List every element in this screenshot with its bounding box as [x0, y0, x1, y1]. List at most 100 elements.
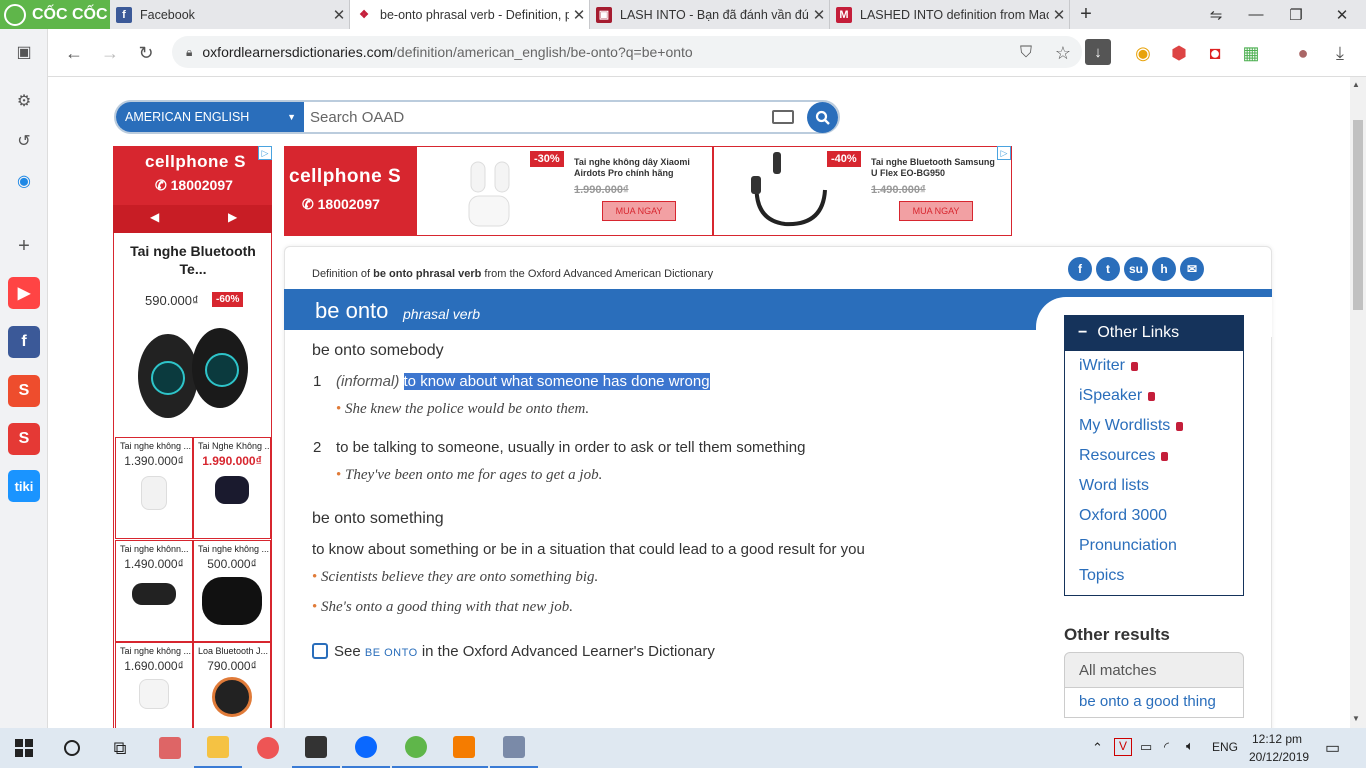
buy-now-button[interactable]: MUA NGAY: [899, 201, 973, 221]
result-link[interactable]: be onto a good thing: [1064, 688, 1244, 718]
earbuds-image[interactable]: [130, 318, 256, 430]
link-label: Oxford 3000: [1079, 507, 1168, 524]
definition: (informal) to know about what someone ha…: [336, 373, 710, 390]
sticky-notes-icon[interactable]: [292, 728, 340, 768]
restore-button[interactable]: ❐: [1276, 0, 1316, 29]
ad-choices-icon[interactable]: ▷: [258, 146, 272, 160]
downloads-icon[interactable]: ⤓: [1324, 37, 1356, 69]
youtube-icon[interactable]: ▶: [8, 277, 40, 309]
wifi-icon[interactable]: ◜: [1164, 739, 1169, 755]
scroll-down-icon[interactable]: ▼: [1352, 714, 1360, 723]
battery-icon[interactable]: ▭: [1140, 739, 1152, 755]
tab-list-icon[interactable]: ⇋: [1196, 0, 1236, 29]
minimize-button[interactable]: —: [1236, 0, 1276, 29]
email-share-icon[interactable]: ✉: [1180, 257, 1204, 281]
ad-grid-item[interactable]: Tai nghe không ... 500.000₫: [193, 540, 271, 642]
ad-next-icon[interactable]: ▶: [228, 210, 237, 224]
facebook-app-icon[interactable]: f: [8, 326, 40, 358]
link-oxford-3000[interactable]: Oxford 3000: [1079, 507, 1167, 525]
file-explorer-icon[interactable]: [194, 728, 242, 768]
hi5-share-icon[interactable]: h: [1152, 257, 1176, 281]
ad-item-price: 1.390.000₫: [124, 454, 184, 468]
see-also-link[interactable]: See BE ONTO in the Oxford Advanced Learn…: [312, 643, 715, 660]
facebook-icon: f: [116, 6, 132, 23]
adblock-icon[interactable]: ⬢: [1163, 37, 1195, 69]
ad-product-name: Tai nghe không dây Xiaomi Airdots Pro ch…: [574, 157, 690, 178]
new-tab-button[interactable]: +: [1066, 0, 1106, 29]
history-icon[interactable]: ↺: [8, 125, 40, 157]
link-my-wordlists[interactable]: My Wordlists: [1079, 417, 1184, 435]
tab-macmillan[interactable]: M LASHED INTO definition from Macmillan …: [830, 0, 1070, 29]
ad-grid-item[interactable]: Tai nghe không ... 1.390.000₫: [115, 437, 193, 539]
ad-prev-icon[interactable]: ◀: [150, 210, 159, 224]
scroll-up-icon[interactable]: ▲: [1352, 80, 1360, 89]
profile-avatar[interactable]: ●: [1287, 37, 1319, 69]
add-app-icon[interactable]: +: [8, 230, 40, 262]
clock-time[interactable]: 12:12 pm: [1252, 732, 1302, 746]
bookmark-star-icon[interactable]: ☆: [1047, 37, 1079, 69]
facebook-share-icon[interactable]: f: [1068, 257, 1092, 281]
tab-cambridge[interactable]: ▣ LASH INTO - Bạn đã đánh vần đúng ✕: [590, 0, 830, 29]
ad-grid-item[interactable]: Tai nghe khônn... 1.490.000₫: [115, 540, 193, 642]
coccoc-browser-icon[interactable]: [392, 728, 440, 768]
link-pronunciation[interactable]: Pronunciation: [1079, 537, 1177, 555]
link-label: Resources: [1079, 447, 1156, 464]
ad-item-name: Tai nghe khônn...: [120, 544, 189, 554]
link-topics[interactable]: Topics: [1079, 567, 1124, 585]
ad-choices-icon[interactable]: ▷: [997, 146, 1011, 160]
volume-icon[interactable]: 🔈︎: [1186, 738, 1194, 754]
vietkey-icon[interactable]: V: [1114, 738, 1132, 756]
ad-grid-item[interactable]: Tai Nghe Không ... 1.990.000₫: [193, 437, 271, 539]
link-word-lists[interactable]: Word lists: [1079, 477, 1149, 495]
scrollbar-thumb[interactable]: [1353, 120, 1363, 310]
dictionary-select[interactable]: AMERICAN ENGLISH ▼: [116, 102, 304, 132]
keyboard-icon[interactable]: [772, 110, 794, 124]
sendo-icon[interactable]: S: [8, 423, 40, 455]
shopee-icon[interactable]: S: [8, 375, 40, 407]
shield-icon[interactable]: ⛉: [1010, 37, 1042, 69]
link-ispeaker[interactable]: iSpeaker: [1079, 387, 1156, 405]
forward-arrow-icon[interactable]: →: [94, 37, 126, 69]
address-bar[interactable]: 🔒︎ oxfordlearnersdictionaries.com/defini…: [172, 36, 1082, 68]
sidebar-toggle-icon[interactable]: ▣: [8, 36, 40, 68]
browser-logo[interactable]: CỐC CỐC: [0, 0, 110, 29]
extension-grid-icon[interactable]: ▦: [1235, 37, 1267, 69]
tab-facebook[interactable]: f Facebook ✕: [110, 0, 350, 29]
messenger-icon[interactable]: ◉: [8, 165, 40, 197]
other-links-header[interactable]: − Other Links: [1064, 315, 1244, 351]
notification-center-icon[interactable]: ▭: [1325, 738, 1340, 758]
stumbleupon-share-icon[interactable]: su: [1124, 257, 1148, 281]
close-tab-icon[interactable]: ✕: [569, 6, 589, 24]
twitter-share-icon[interactable]: t: [1096, 257, 1120, 281]
close-tab-icon[interactable]: ✕: [809, 6, 829, 24]
tiki-icon[interactable]: tiki: [8, 470, 40, 502]
pdf-app-icon[interactable]: [440, 728, 488, 768]
back-arrow-icon[interactable]: ←: [58, 37, 90, 69]
task-view-icon[interactable]: ⧉: [96, 728, 144, 768]
windows-start-icon[interactable]: [0, 728, 48, 768]
input-language[interactable]: ENG: [1212, 740, 1238, 754]
app-icon[interactable]: [490, 728, 538, 768]
link-resources[interactable]: Resources: [1079, 447, 1169, 465]
settings-gear-icon[interactable]: ⚙: [8, 85, 40, 117]
buy-now-button[interactable]: MUA NGAY: [602, 201, 676, 221]
tab-oxford[interactable]: ❖ be-onto phrasal verb - Definition, pic…: [350, 0, 590, 29]
airpods-image: [139, 679, 169, 709]
show-hidden-icons[interactable]: ⌃: [1092, 740, 1103, 756]
ad-product-title[interactable]: Tai nghe Bluetooth Te...: [120, 242, 266, 278]
extension-red-icon[interactable]: ◘: [1199, 37, 1231, 69]
download-icon[interactable]: ↓: [1085, 39, 1111, 65]
close-tab-icon[interactable]: ✕: [329, 6, 349, 24]
clock-date[interactable]: 20/12/2019: [1249, 750, 1309, 764]
cortana-search-icon[interactable]: [48, 728, 96, 768]
search-input[interactable]: [310, 104, 760, 130]
link-iwriter[interactable]: iWriter: [1079, 357, 1138, 375]
snipping-tool-icon[interactable]: [146, 728, 194, 768]
close-window-button[interactable]: ✕: [1322, 0, 1362, 29]
zalo-icon[interactable]: [342, 728, 390, 768]
search-button[interactable]: [807, 102, 838, 133]
reload-icon[interactable]: ↻: [130, 37, 162, 69]
paint-icon[interactable]: [244, 728, 292, 768]
extension-icon[interactable]: ◉: [1127, 37, 1159, 69]
all-matches-tab[interactable]: All matches: [1064, 652, 1244, 688]
